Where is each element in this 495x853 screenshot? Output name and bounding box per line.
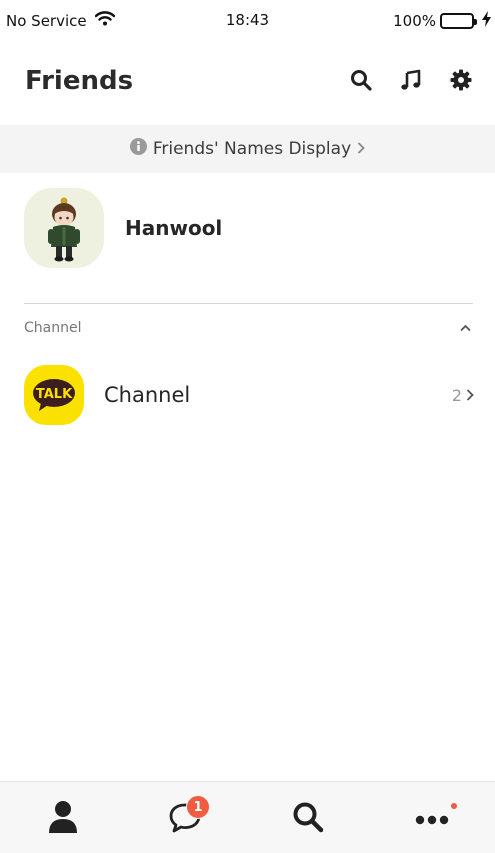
chat-unread-badge: 1 [186, 795, 210, 819]
channel-section-header[interactable]: Channel [24, 317, 473, 339]
battery-icon [440, 13, 477, 29]
more-dots-icon [415, 810, 449, 829]
avatar [24, 188, 104, 268]
chevron-right-icon [466, 386, 474, 405]
channel-label: Channel [104, 383, 191, 407]
chevron-right-icon [357, 139, 365, 159]
divider [24, 303, 473, 304]
charging-icon [482, 11, 491, 31]
channel-list-item[interactable]: TALK Channel 2 [24, 365, 474, 425]
search-icon [291, 800, 325, 838]
section-title: Channel [24, 320, 82, 336]
search-icon[interactable] [349, 68, 373, 92]
friends-names-display-banner[interactable]: Friends' Names Display [0, 125, 495, 173]
talk-logo-text: TALK [36, 387, 73, 402]
page-title: Friends [25, 66, 134, 96]
channel-count: 2 [452, 386, 474, 405]
talk-channel-icon: TALK [24, 365, 84, 425]
header-actions [349, 68, 473, 92]
tab-more[interactable] [412, 799, 452, 839]
more-notification-dot [451, 803, 457, 809]
channel-count-value: 2 [451, 385, 462, 405]
settings-gear-icon[interactable] [449, 68, 473, 92]
status-right: 100% [393, 11, 491, 31]
battery-percent: 100% [393, 12, 436, 30]
avatar-character-illustration [48, 197, 80, 262]
header: Friends [0, 56, 495, 108]
banner-label: Friends' Names Display [152, 139, 352, 159]
tab-search[interactable] [288, 799, 328, 839]
status-bar: No Service 18:43 100% [0, 0, 495, 42]
person-icon [48, 800, 78, 838]
info-icon [129, 138, 147, 160]
profile-name: Hanwool [125, 216, 223, 240]
music-icon[interactable] [399, 68, 423, 92]
my-profile-row[interactable]: Hanwool [24, 188, 474, 268]
tab-friends[interactable] [43, 799, 83, 839]
chevron-up-icon[interactable] [460, 320, 471, 336]
